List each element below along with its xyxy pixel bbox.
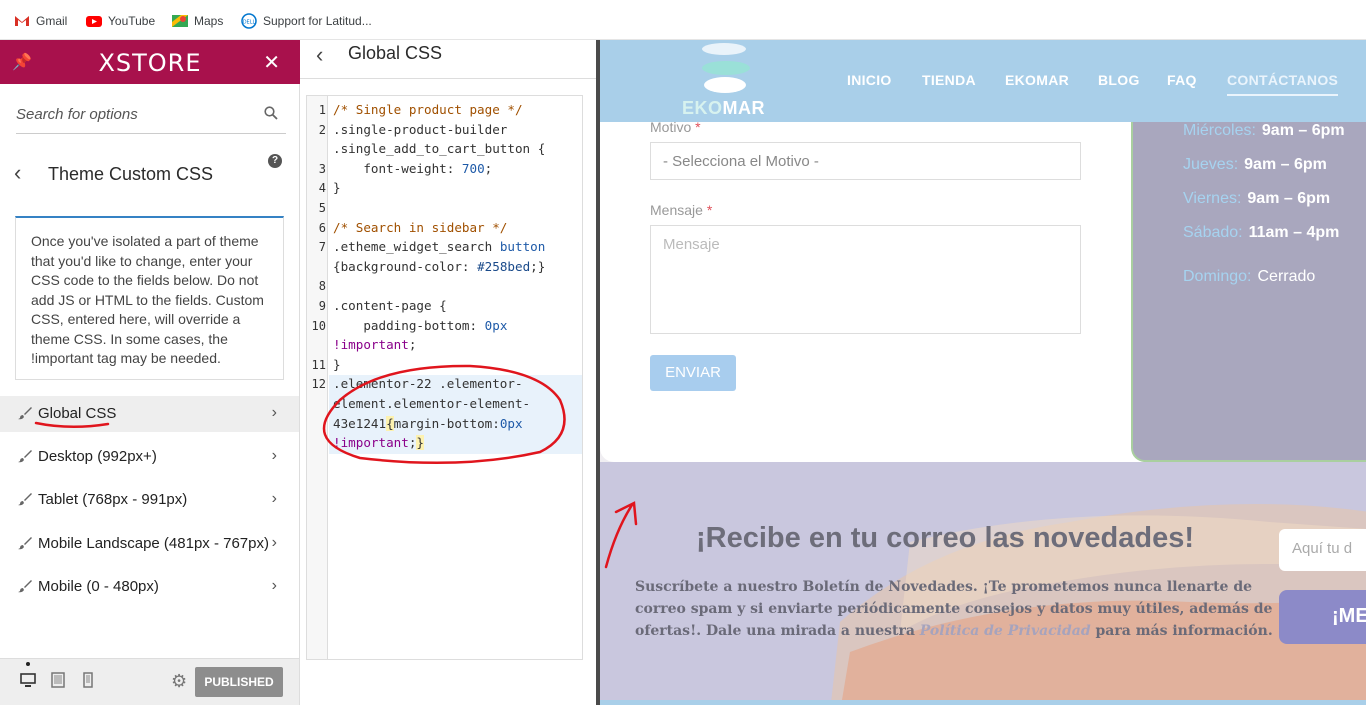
circle-annotation [322,364,566,465]
annotation-overlay [34,364,638,569]
underline-annotation [34,421,110,429]
arrow-annotation [604,501,638,569]
screen: Gmail YouTube Maps DELL Support for Lati… [0,0,1366,705]
